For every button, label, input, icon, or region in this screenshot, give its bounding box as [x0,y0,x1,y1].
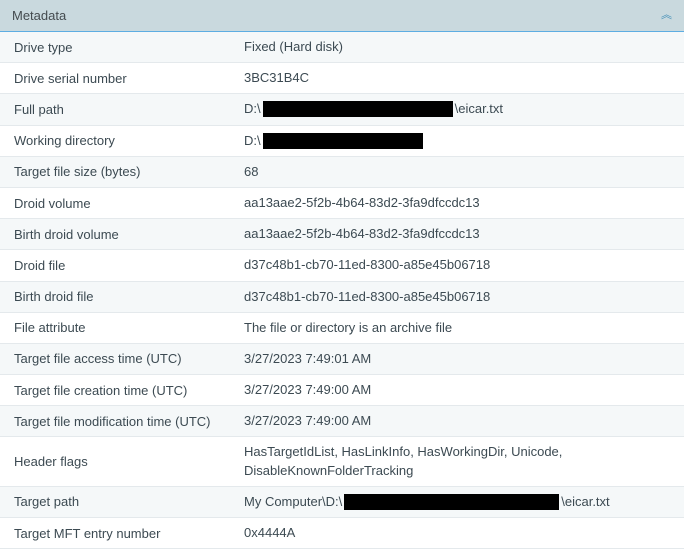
value-target-size: 68 [232,163,684,181]
value-access-time: 3/27/2023 7:49:01 AM [232,350,684,368]
row-target-mft: Target MFT entry number 0x4444A [0,518,684,549]
row-birth-droid-file: Birth droid file d37c48b1-cb70-11ed-8300… [0,282,684,313]
label-droid-volume: Droid volume [0,196,232,211]
panel-header[interactable]: Metadata ︽ [0,0,684,32]
redaction-block [263,101,453,117]
panel-title: Metadata [12,8,66,23]
label-modification-time: Target file modification time (UTC) [0,414,232,429]
row-file-attribute: File attribute The file or directory is … [0,313,684,344]
value-birth-droid-file: d37c48b1-cb70-11ed-8300-a85e45b06718 [232,288,684,306]
value-drive-type: Fixed (Hard disk) [232,38,684,56]
label-file-attribute: File attribute [0,320,232,335]
value-working-dir: D:\ [232,132,684,150]
value-full-path: D:\ \eicar.txt [232,100,684,118]
target-path-prefix: My Computer\D:\ [244,493,342,511]
row-drive-type: Drive type Fixed (Hard disk) [0,32,684,63]
collapse-icon[interactable]: ︽ [661,10,672,21]
label-header-flags: Header flags [0,454,232,469]
row-modification-time: Target file modification time (UTC) 3/27… [0,406,684,437]
redaction-block [263,133,423,149]
target-path-suffix: \eicar.txt [561,493,609,511]
value-drive-serial: 3BC31B4C [232,69,684,87]
row-access-time: Target file access time (UTC) 3/27/2023 … [0,344,684,375]
label-creation-time: Target file creation time (UTC) [0,383,232,398]
value-creation-time: 3/27/2023 7:49:00 AM [232,381,684,399]
row-creation-time: Target file creation time (UTC) 3/27/202… [0,375,684,406]
row-target-size: Target file size (bytes) 68 [0,157,684,188]
full-path-prefix: D:\ [244,100,261,118]
row-full-path: Full path D:\ \eicar.txt [0,94,684,125]
redaction-block [344,494,559,510]
value-target-mft: 0x4444A [232,524,684,542]
label-target-size: Target file size (bytes) [0,164,232,179]
metadata-panel: Metadata ︽ Drive type Fixed (Hard disk) … [0,0,684,549]
row-drive-serial: Drive serial number 3BC31B4C [0,63,684,94]
label-birth-droid-volume: Birth droid volume [0,227,232,242]
label-droid-file: Droid file [0,258,232,273]
label-birth-droid-file: Birth droid file [0,289,232,304]
full-path-suffix: \eicar.txt [455,100,503,118]
value-droid-file: d37c48b1-cb70-11ed-8300-a85e45b06718 [232,256,684,274]
row-birth-droid-volume: Birth droid volume aa13aae2-5f2b-4b64-83… [0,219,684,250]
row-droid-volume: Droid volume aa13aae2-5f2b-4b64-83d2-3fa… [0,188,684,219]
label-target-path: Target path [0,494,232,509]
value-birth-droid-volume: aa13aae2-5f2b-4b64-83d2-3fa9dfccdc13 [232,225,684,243]
label-full-path: Full path [0,102,232,117]
working-dir-prefix: D:\ [244,132,261,150]
label-working-dir: Working directory [0,133,232,148]
label-target-mft: Target MFT entry number [0,526,232,541]
value-header-flags: HasTargetIdList, HasLinkInfo, HasWorking… [232,443,684,479]
value-target-path: My Computer\D:\ \eicar.txt [232,493,684,511]
row-target-path: Target path My Computer\D:\ \eicar.txt [0,487,684,518]
label-access-time: Target file access time (UTC) [0,351,232,366]
row-working-dir: Working directory D:\ [0,126,684,157]
row-header-flags: Header flags HasTargetIdList, HasLinkInf… [0,437,684,486]
value-file-attribute: The file or directory is an archive file [232,319,684,337]
label-drive-type: Drive type [0,40,232,55]
metadata-rows: Drive type Fixed (Hard disk) Drive seria… [0,32,684,549]
label-drive-serial: Drive serial number [0,71,232,86]
value-modification-time: 3/27/2023 7:49:00 AM [232,412,684,430]
value-droid-volume: aa13aae2-5f2b-4b64-83d2-3fa9dfccdc13 [232,194,684,212]
row-droid-file: Droid file d37c48b1-cb70-11ed-8300-a85e4… [0,250,684,281]
